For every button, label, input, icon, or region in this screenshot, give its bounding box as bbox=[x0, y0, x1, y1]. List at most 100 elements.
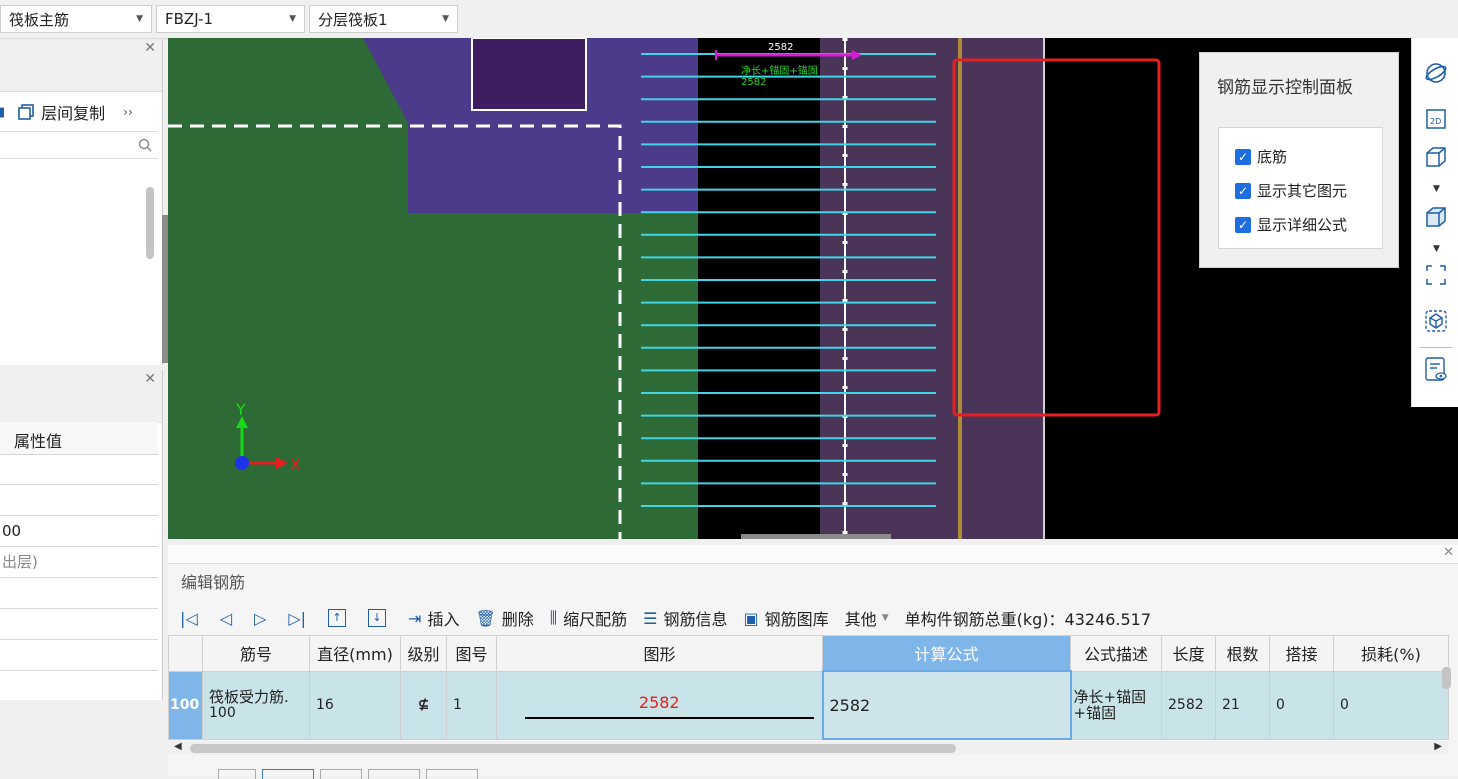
rebar-info-button[interactable]: ☰ 钢筋信息 bbox=[643, 606, 727, 630]
property-row[interactable] bbox=[0, 609, 158, 640]
prev-record-button[interactable]: ◁ bbox=[220, 609, 238, 628]
panel-toolbar: ▮ 层间复制 ›› bbox=[0, 97, 162, 127]
loss-cell[interactable]: 0 bbox=[1333, 670, 1449, 740]
orbit-icon[interactable] bbox=[1423, 60, 1449, 86]
2d-view-icon[interactable]: 2D bbox=[1423, 106, 1449, 132]
table-horizontal-scrollbar[interactable]: ◀ ▶ bbox=[168, 741, 1448, 755]
col-length-header[interactable]: 长度 bbox=[1161, 635, 1216, 672]
col-lap-header[interactable]: 搭接 bbox=[1269, 635, 1334, 672]
rebar-editor-panel: ✕ 编辑钢筋 |◁ ◁ ▷ ▷| ↑ ↓ ⇥ 插入 🗑 删除 ⫼ 缩尺配筋 ☰ 钢筋信息… bbox=[168, 545, 1458, 779]
3d-solid-icon[interactable] bbox=[1423, 204, 1449, 230]
property-row[interactable] bbox=[0, 578, 158, 609]
col-formula-desc-header[interactable]: 公式描述 bbox=[1070, 635, 1162, 672]
close-icon[interactable]: ✕ bbox=[1443, 545, 1454, 560]
component-view-icon[interactable] bbox=[1423, 308, 1449, 334]
rebar-library-button[interactable]: ▣ 钢筋图库 bbox=[744, 606, 829, 630]
property-row[interactable]: 出层) bbox=[0, 547, 158, 578]
first-record-button[interactable]: |◁ bbox=[180, 609, 204, 628]
more-button[interactable]: ›› bbox=[123, 105, 133, 119]
property-value-header: 属性值 bbox=[14, 432, 63, 451]
copy-icon bbox=[18, 104, 34, 120]
ruler-icon: ⫼ bbox=[549, 608, 558, 627]
col-diameter-header[interactable]: 直径(mm) bbox=[309, 635, 401, 672]
lap-cell[interactable]: 0 bbox=[1269, 670, 1334, 740]
next-icon: ▷ bbox=[254, 608, 267, 628]
show-detail-formula-checkbox[interactable]: ✓ 显示详细公式 bbox=[1235, 214, 1347, 235]
rebar-display-control-panel: 钢筋显示控制面板 ✓ 底筋 ✓ 显示其它图元 ✓ 显示详细公式 bbox=[1199, 52, 1399, 268]
2d-label: 2D bbox=[1430, 117, 1441, 126]
chevron-down-icon: ▼ bbox=[881, 613, 889, 623]
property-row[interactable] bbox=[0, 454, 158, 485]
editor-header-strip: ✕ bbox=[168, 545, 1458, 564]
show-other-elements-label: 显示其它图元 bbox=[1257, 182, 1348, 200]
insert-icon: ⇥ bbox=[408, 608, 422, 628]
layer-copy-label: 层间复制 bbox=[41, 104, 106, 123]
shape-no-cell[interactable]: 1 bbox=[446, 670, 497, 740]
search-input[interactable] bbox=[0, 131, 158, 159]
next-record-button[interactable]: ▷ bbox=[254, 609, 272, 628]
delete-button[interactable]: 🗑 删除 bbox=[475, 606, 533, 630]
col-bar-name-header[interactable]: 筋号 bbox=[202, 635, 310, 672]
display-settings-icon[interactable] bbox=[1423, 356, 1449, 382]
rebar-library-label: 钢筋图库 bbox=[764, 610, 829, 629]
table-row[interactable]: 100 筏板受力筋. 100 16 ⊈ 1 2582 2582 净长+锚固 +锚… bbox=[168, 670, 1449, 740]
chevron-down-icon: ▼ bbox=[136, 14, 143, 24]
chevron-down-icon[interactable]: ▼ bbox=[1433, 184, 1440, 194]
length-cell[interactable]: 2582 bbox=[1161, 670, 1216, 740]
col-shape-no-header[interactable]: 图号 bbox=[446, 635, 497, 672]
scroll-left-icon[interactable]: ◀ bbox=[174, 741, 182, 752]
close-icon[interactable]: ✕ bbox=[144, 371, 156, 387]
property-row[interactable] bbox=[0, 640, 158, 671]
bar-name-text: 筏板受力筋. bbox=[209, 688, 289, 706]
layer-copy-button[interactable]: 层间复制 bbox=[17, 100, 105, 124]
col-formula-header[interactable]: 计算公式 bbox=[822, 635, 1071, 672]
bar-name-cell[interactable]: 筏板受力筋. 100 bbox=[202, 670, 310, 740]
table-header-row: 筋号 直径(mm) 级别 图号 图形 计算公式 公式描述 长度 根数 搭接 损耗… bbox=[168, 635, 1449, 672]
insert-label: 插入 bbox=[427, 610, 460, 629]
show-other-elements-checkbox[interactable]: ✓ 显示其它图元 bbox=[1235, 180, 1347, 201]
move-up-button[interactable]: ↑ bbox=[328, 609, 352, 627]
property-row[interactable] bbox=[0, 485, 158, 516]
info-list-icon: ☰ bbox=[643, 608, 658, 628]
checkbox-checked-icon: ✓ bbox=[1235, 148, 1251, 165]
table-vertical-scrollbar[interactable] bbox=[1442, 667, 1451, 689]
bottom-rebar-label: 底筋 bbox=[1257, 148, 1288, 166]
move-down-button[interactable]: ↓ bbox=[368, 609, 392, 627]
close-icon[interactable]: ✕ bbox=[144, 40, 156, 56]
diameter-cell[interactable]: 16 bbox=[309, 670, 401, 740]
layer-select[interactable]: 分层筏板1 ▼ bbox=[309, 5, 458, 33]
col-loss-header[interactable]: 损耗(%) bbox=[1333, 635, 1449, 672]
property-row[interactable]: 00 bbox=[0, 516, 158, 547]
last-record-button[interactable]: ▷| bbox=[288, 609, 312, 628]
fit-view-icon[interactable] bbox=[1423, 262, 1449, 288]
scroll-right-icon[interactable]: ▶ bbox=[1434, 741, 1442, 752]
other-dropdown[interactable]: 其他 ▼ bbox=[845, 606, 889, 630]
arrow-down-icon: ↓ bbox=[368, 609, 387, 627]
count-cell[interactable]: 21 bbox=[1215, 670, 1270, 740]
component-type-select[interactable]: 筏板主筋 ▼ bbox=[0, 5, 152, 33]
col-shape-header[interactable]: 图形 bbox=[496, 635, 823, 672]
layer-value: 分层筏板1 bbox=[318, 10, 388, 29]
vertical-scrollbar[interactable] bbox=[146, 187, 154, 259]
bottom-rebar-checkbox[interactable]: ✓ 底筋 bbox=[1235, 146, 1287, 167]
library-icon: ▣ bbox=[743, 608, 759, 628]
chevron-down-icon[interactable]: ▼ bbox=[1433, 244, 1440, 254]
y-axis-label: Y bbox=[235, 400, 246, 419]
formula-desc-cell[interactable]: 净长+锚固 +锚固 bbox=[1070, 670, 1162, 740]
scale-rebar-button[interactable]: ⫼ 缩尺配筋 bbox=[550, 606, 627, 630]
scroll-thumb[interactable] bbox=[190, 744, 956, 753]
col-count-header[interactable]: 根数 bbox=[1215, 635, 1270, 672]
grade-cell[interactable]: ⊈ bbox=[400, 670, 447, 740]
shape-cell[interactable]: 2582 bbox=[496, 670, 823, 740]
view-toolbar: 2D ▼ ▼ bbox=[1411, 38, 1458, 407]
dimension-label: 2582 bbox=[768, 42, 793, 53]
col-grade-header[interactable]: 级别 bbox=[400, 635, 447, 672]
component-name-select[interactable]: FBZJ-1 ▼ bbox=[156, 5, 305, 33]
insert-button[interactable]: ⇥ 插入 bbox=[408, 606, 459, 630]
total-weight-text: 单构件钢筋总重(kg)：43246.517 bbox=[904, 610, 1152, 629]
editor-toolbar: |◁ ◁ ▷ ▷| ↑ ↓ ⇥ 插入 🗑 删除 ⫼ 缩尺配筋 ☰ 钢筋信息 ▣ 钢筋图库 … bbox=[180, 605, 1167, 631]
formula-cell[interactable]: 2582 bbox=[821, 670, 1072, 740]
viewport-bottom-handle[interactable] bbox=[741, 534, 891, 539]
row-index-cell[interactable]: 100 bbox=[168, 670, 203, 740]
3d-view-icon[interactable] bbox=[1423, 144, 1449, 170]
